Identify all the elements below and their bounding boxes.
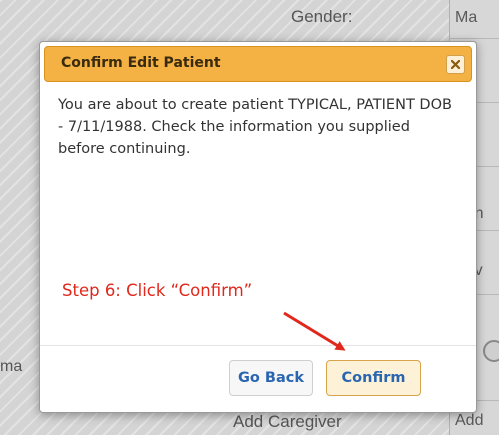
background-field-fragment: Ma [455, 9, 478, 26]
dialog-message: You are about to create patient TYPICAL,… [58, 97, 452, 157]
step-instruction: Step 6: Click “Confirm” [62, 281, 253, 300]
gender-label: Gender: [291, 7, 353, 26]
confirm-dialog: Confirm Edit Patient You are about to cr… [39, 41, 477, 413]
background-label-fragment: ma [0, 358, 23, 375]
go-back-button[interactable]: Go Back [229, 360, 313, 396]
background-row-divider [449, 38, 499, 39]
background-field-fragment: Add [455, 412, 484, 429]
add-caregiver-label: Add Caregiver [233, 412, 342, 431]
dialog-title: Confirm Edit Patient [61, 55, 221, 71]
dialog-header: Confirm Edit Patient [44, 46, 472, 82]
dialog-footer-divider [40, 345, 476, 346]
confirm-button[interactable]: Confirm [326, 360, 421, 396]
background-radio [483, 340, 499, 362]
close-button[interactable] [446, 55, 465, 74]
close-icon [451, 60, 460, 69]
